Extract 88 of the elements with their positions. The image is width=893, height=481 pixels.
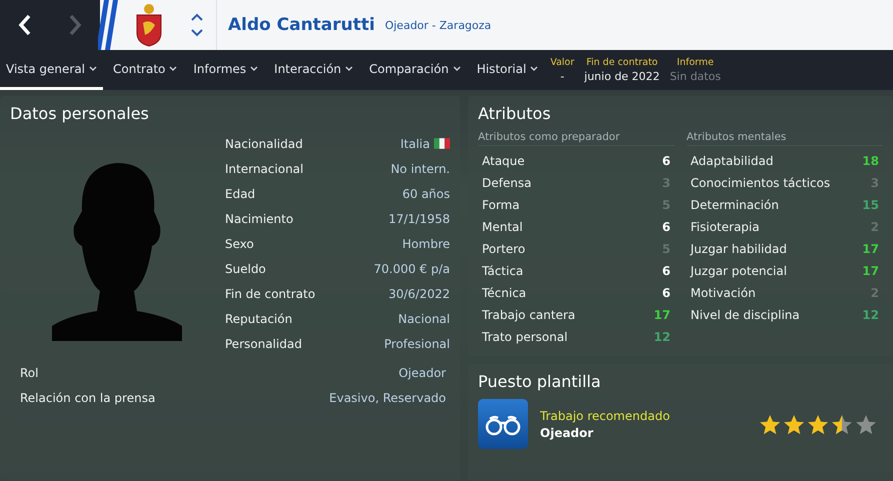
field-value: 60 años: [402, 186, 450, 200]
star-icon: [759, 414, 781, 434]
tab[interactable]: Informes: [187, 50, 264, 90]
tab[interactable]: Historial: [470, 50, 544, 90]
attribute-name: Ataque: [482, 154, 525, 168]
field-value: 17/1/1958: [388, 212, 450, 226]
attribute-name: Técnica: [482, 286, 526, 300]
group-heading: Atributos como preparador: [478, 131, 674, 146]
attribute-name: Juzgar habilidad: [690, 242, 787, 256]
attribute-value: 15: [862, 198, 879, 212]
attribute-name: Portero: [482, 242, 526, 256]
tab[interactable]: Contrato: [107, 50, 184, 90]
summary-value: Sin datos: [670, 70, 721, 83]
attribute-name: Motivación: [690, 286, 756, 300]
field-value: Italia: [400, 136, 430, 150]
field-value: Nacional: [398, 312, 450, 326]
attribute-name: Determinación: [690, 198, 779, 212]
field-value: 30/6/2022: [388, 286, 450, 300]
summary-label: Informe: [676, 57, 714, 68]
binoculars-icon: [478, 399, 528, 449]
attribute-value: 6: [662, 154, 670, 168]
field-value: No intern.: [390, 162, 450, 176]
field-label: Reputación: [225, 312, 294, 326]
attribute-name: Forma: [482, 198, 520, 212]
attribute-name: Fisioterapia: [690, 220, 760, 234]
up-down-chevron-icon: [190, 12, 204, 38]
field-value: Evasivo, Reservado: [329, 390, 446, 404]
field-label: Nacimiento: [225, 212, 294, 226]
attribute-name: Juzgar potencial: [690, 264, 787, 278]
summary-value: -: [560, 70, 564, 83]
field-value: Profesional: [384, 336, 450, 350]
tab[interactable]: Interacción: [268, 50, 360, 90]
field-label: Sueldo: [225, 262, 267, 276]
attribute-name: Conocimientos tácticos: [690, 176, 830, 190]
field-label: Relación con la prensa: [20, 390, 156, 404]
attribute-name: Nivel de disciplina: [690, 308, 800, 322]
summary-label: Fin de contrato: [586, 57, 658, 68]
summary-value: junio de 2022: [584, 70, 660, 83]
field-value: Ojeador: [398, 366, 446, 380]
attribute-name: Táctica: [482, 264, 524, 278]
field-label: Edad: [225, 186, 256, 200]
field-label: Personalidad: [225, 336, 303, 350]
attribute-value: 6: [662, 264, 670, 278]
attribute-name: Defensa: [482, 176, 532, 190]
panel-title: Puesto plantilla: [478, 372, 602, 391]
recommended-role: Ojeador: [540, 426, 594, 440]
star-icon: [783, 414, 805, 434]
crest-icon: [134, 3, 164, 47]
star-icon: [855, 414, 877, 434]
field-value: Hombre: [402, 236, 450, 250]
caret-icon: [89, 66, 98, 72]
attribute-value: 17: [862, 242, 879, 256]
back-icon: [17, 14, 33, 36]
caret-icon: [530, 66, 538, 72]
attribute-value: 18: [862, 154, 879, 168]
panel-title: Atributos: [478, 104, 552, 123]
field-label: Sexo: [225, 236, 255, 250]
summary-label: Valor: [550, 57, 574, 68]
star-icon: [831, 414, 853, 434]
field-label: Rol: [20, 366, 40, 380]
caret-icon: [345, 66, 354, 72]
field-label: Fin de contrato: [225, 286, 316, 300]
attribute-value: 12: [862, 308, 879, 322]
field-label: Internacional: [225, 162, 304, 176]
attribute-name: Mental: [482, 220, 523, 234]
caret-icon: [169, 66, 178, 72]
attribute-name: Trabajo cantera: [482, 308, 576, 322]
stripe-decoration: [98, 0, 120, 50]
attribute-value: 6: [662, 220, 670, 234]
field-label: Nacionalidad: [225, 136, 304, 150]
attribute-name: Trato personal: [482, 330, 568, 344]
field-value: 70.000 € p/a: [374, 262, 450, 276]
attribute-value: 12: [654, 330, 670, 344]
attribute-value: 6: [662, 286, 670, 300]
star-icon: [807, 414, 829, 434]
person-name: Aldo Cantarutti: [228, 15, 375, 35]
caret-icon: [250, 66, 258, 72]
forward-icon: [67, 14, 83, 36]
caret-icon: [452, 66, 461, 72]
attribute-value: 17: [654, 308, 670, 322]
panel-title: Datos personales: [10, 104, 150, 123]
person-role-club: Ojeador - Zaragoza: [384, 18, 492, 32]
recommended-label: Trabajo recomendado: [540, 408, 671, 422]
tab[interactable]: Comparación: [363, 50, 467, 90]
tab[interactable]: Vista general: [0, 50, 104, 90]
group-heading: Atributos mentales: [686, 131, 883, 146]
attribute-value: 17: [862, 264, 879, 278]
attribute-name: Adaptabilidad: [690, 154, 774, 168]
